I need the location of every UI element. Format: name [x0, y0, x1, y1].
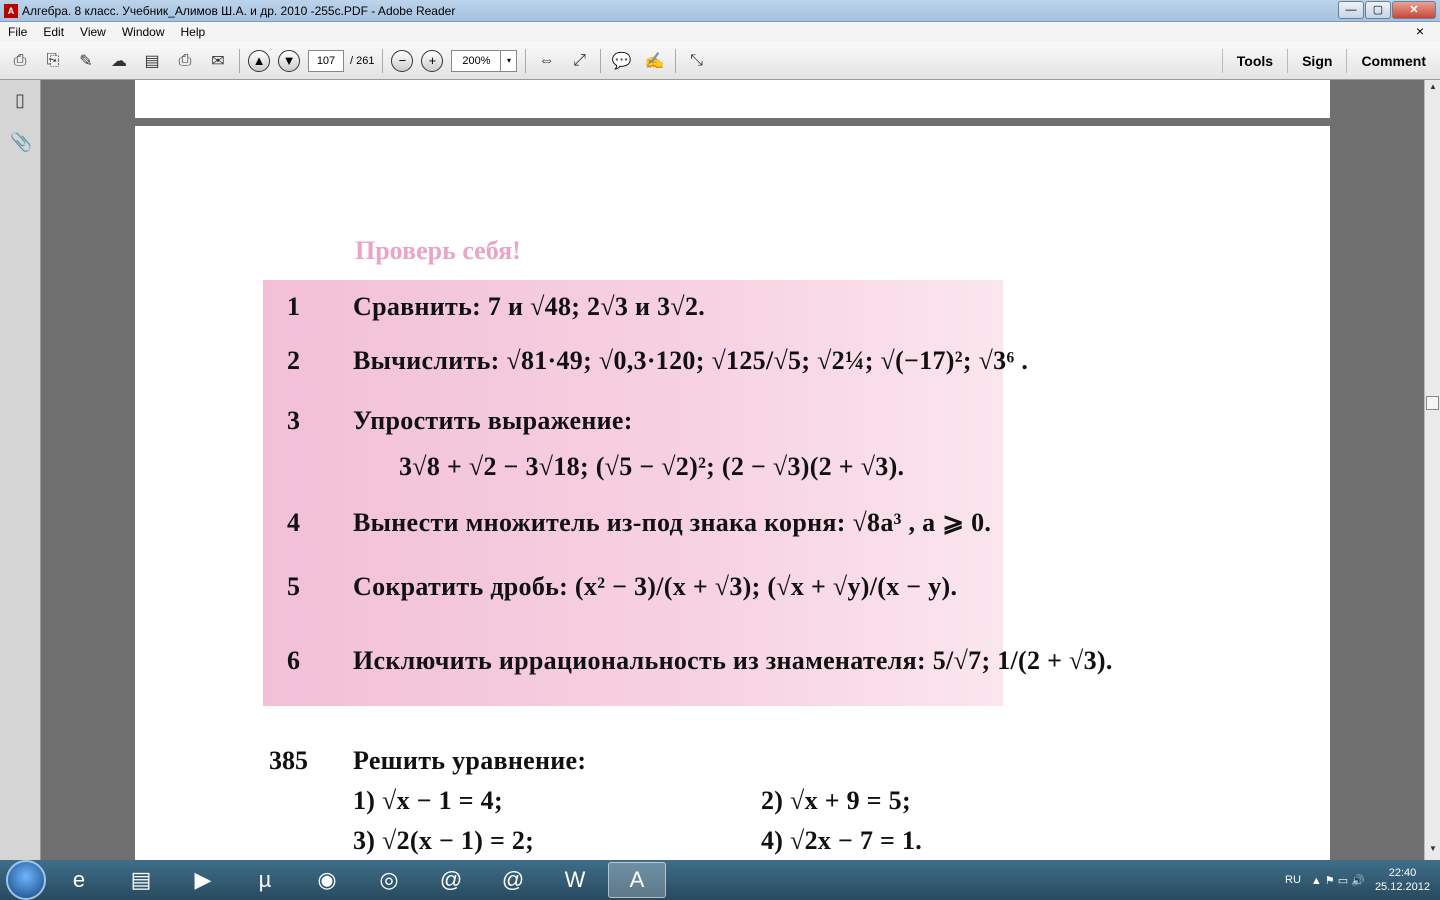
- minimize-button[interactable]: —: [1338, 1, 1364, 19]
- self-check-box: [263, 280, 1003, 706]
- task-number: 2: [287, 346, 300, 375]
- menu-view[interactable]: View: [72, 25, 114, 39]
- pdf-icon: A: [4, 3, 18, 18]
- exercise-title: Решить уравнение:: [353, 746, 587, 775]
- navigation-pane: ▯ 📎: [0, 80, 41, 860]
- window-title: Алгебра. 8 класс. Учебник_Алимов Ш.А. и …: [22, 3, 456, 18]
- previous-page-button[interactable]: ▲: [248, 49, 270, 72]
- task-text: Сравнить: 7 и √48; 2√3 и 3√2.: [353, 292, 706, 321]
- task-number: 5: [287, 572, 300, 601]
- edit-pdf-icon[interactable]: ✎: [73, 48, 99, 74]
- task-number: 6: [287, 646, 300, 675]
- page-number-input[interactable]: 107: [308, 49, 344, 72]
- mail-agent-icon[interactable]: @: [484, 862, 542, 898]
- equation-item: 3) √2(x − 1) = 2;: [353, 826, 535, 855]
- toolbar-divider: [382, 48, 384, 73]
- document-view: Проверь себя! 1 Сравнить: 7 и √48; 2√3 и…: [41, 80, 1424, 860]
- section-heading: Проверь себя!: [355, 236, 521, 265]
- clock[interactable]: 22:40 25.12.2012: [1375, 866, 1430, 894]
- create-pdf-icon[interactable]: ⎙: [7, 48, 33, 74]
- attachments-icon[interactable]: 📎: [10, 132, 32, 154]
- task-subtext: 3√8 + √2 − 3√18; (√5 − √2)²; (2 − √3)(2 …: [399, 452, 905, 481]
- print-icon[interactable]: ⎙: [172, 48, 198, 74]
- document-close-icon[interactable]: ×: [1408, 23, 1432, 39]
- task-text: Исключить иррациональность из знаменател…: [353, 646, 1113, 675]
- equation-item: 2) √x + 9 = 5;: [761, 786, 911, 815]
- page-thumbnails-icon[interactable]: ▯: [10, 90, 30, 112]
- adobe-reader-window: A Алгебра. 8 класс. Учебник_Алимов Ш.А. …: [0, 0, 1440, 900]
- vertical-scrollbar[interactable]: ▲ ▼: [1424, 80, 1440, 860]
- menu-file[interactable]: File: [0, 25, 35, 39]
- media-icon[interactable]: ▶: [174, 862, 232, 898]
- tools-pane-link[interactable]: Tools: [1221, 49, 1287, 73]
- chrome-icon[interactable]: ◎: [360, 862, 418, 898]
- chevron-down-icon[interactable]: ▾: [500, 50, 516, 71]
- zoom-select[interactable]: 200% ▾: [451, 49, 518, 72]
- toolbar-divider: [239, 48, 240, 73]
- toolbar-divider: [525, 48, 527, 73]
- acrobat-icon[interactable]: A: [608, 862, 666, 898]
- system-tray: RU ▲ ⚑ ▭ 🔊 22:40 25.12.2012: [1285, 860, 1440, 900]
- save-icon[interactable]: ▤: [139, 48, 165, 74]
- word-icon[interactable]: W: [546, 862, 604, 898]
- scroll-thumb[interactable]: [1426, 396, 1439, 410]
- upload-cloud-icon[interactable]: ☁: [106, 48, 132, 74]
- fit-width-icon[interactable]: ⇔: [533, 48, 559, 74]
- clock-date: 25.12.2012: [1374, 881, 1430, 893]
- title-bar: A Алгебра. 8 класс. Учебник_Алимов Ш.А. …: [0, 0, 1440, 22]
- task-number: 4: [287, 508, 300, 537]
- next-page-button[interactable]: ▼: [278, 49, 300, 72]
- explorer-icon[interactable]: ▤: [112, 862, 170, 898]
- ie-icon[interactable]: e: [50, 862, 108, 898]
- menu-window[interactable]: Window: [114, 25, 173, 39]
- language-indicator[interactable]: RU: [1285, 874, 1301, 886]
- menu-edit[interactable]: Edit: [35, 25, 72, 39]
- previous-page-fragment: [135, 80, 1330, 118]
- pdf-page: Проверь себя! 1 Сравнить: 7 и √48; 2√3 и…: [135, 126, 1330, 860]
- export-pdf-icon[interactable]: ⎘: [40, 48, 66, 74]
- scroll-up-icon[interactable]: ▲: [1425, 82, 1440, 96]
- zoom-value: 200%: [462, 54, 491, 67]
- sign-pane-link[interactable]: Sign: [1287, 49, 1346, 73]
- comment-icon[interactable]: 💬: [608, 48, 634, 74]
- fit-page-icon[interactable]: ⤢: [566, 48, 592, 74]
- comment-pane-link[interactable]: Comment: [1346, 49, 1440, 73]
- exercise-number: 385: [269, 746, 308, 775]
- task-text: Сократить дробь: (x² − 3)/(x + √3); (√x …: [353, 572, 958, 601]
- page-total: / 261: [350, 54, 375, 67]
- task-number: 1: [287, 292, 300, 321]
- game-icon[interactable]: ◉: [298, 862, 356, 898]
- clock-time: 22:40: [1388, 867, 1417, 879]
- task-text: Вынести множитель из-под знака корня: √8…: [353, 508, 992, 537]
- fullscreen-icon[interactable]: ⤡: [683, 48, 709, 74]
- zoom-in-button[interactable]: +: [421, 49, 444, 72]
- toolbar: ⎙ ⎘ ✎ ☁ ▤ ⎙ ✉ ▲ ▼ 107 / 261 − + 200% ▾ ⇔…: [0, 42, 1440, 80]
- tray-icons[interactable]: ▲ ⚑ ▭ 🔊: [1311, 874, 1365, 887]
- maximize-button[interactable]: ▢: [1365, 1, 1391, 19]
- scroll-down-icon[interactable]: ▼: [1425, 844, 1440, 858]
- task-text: Упростить выражение:: [353, 406, 633, 435]
- zoom-out-button[interactable]: −: [391, 49, 414, 72]
- task-text: Вычислить: √81·49; √0,3·120; √125/√5; √2…: [353, 346, 1029, 375]
- highlight-icon[interactable]: ✍: [641, 48, 667, 74]
- windows-taskbar: e ▤ ▶ µ ◉ ◎ @ @ W A RU ▲ ⚑ ▭ 🔊 22:40 25.…: [0, 860, 1440, 900]
- toolbar-divider: [675, 48, 677, 73]
- close-button[interactable]: ✕: [1392, 1, 1436, 19]
- equation-item: 1) √x − 1 = 4;: [353, 786, 503, 815]
- start-button[interactable]: [6, 860, 46, 900]
- task-number: 3: [287, 406, 300, 435]
- utorrent-icon[interactable]: µ: [236, 862, 294, 898]
- equation-item: 4) √2x − 7 = 1.: [761, 826, 923, 855]
- email-icon[interactable]: ✉: [205, 48, 231, 74]
- menu-help[interactable]: Help: [173, 25, 214, 39]
- mail-agent-icon[interactable]: @: [422, 862, 480, 898]
- menu-bar: File Edit View Window Help ×: [0, 22, 1440, 42]
- toolbar-divider: [600, 48, 602, 73]
